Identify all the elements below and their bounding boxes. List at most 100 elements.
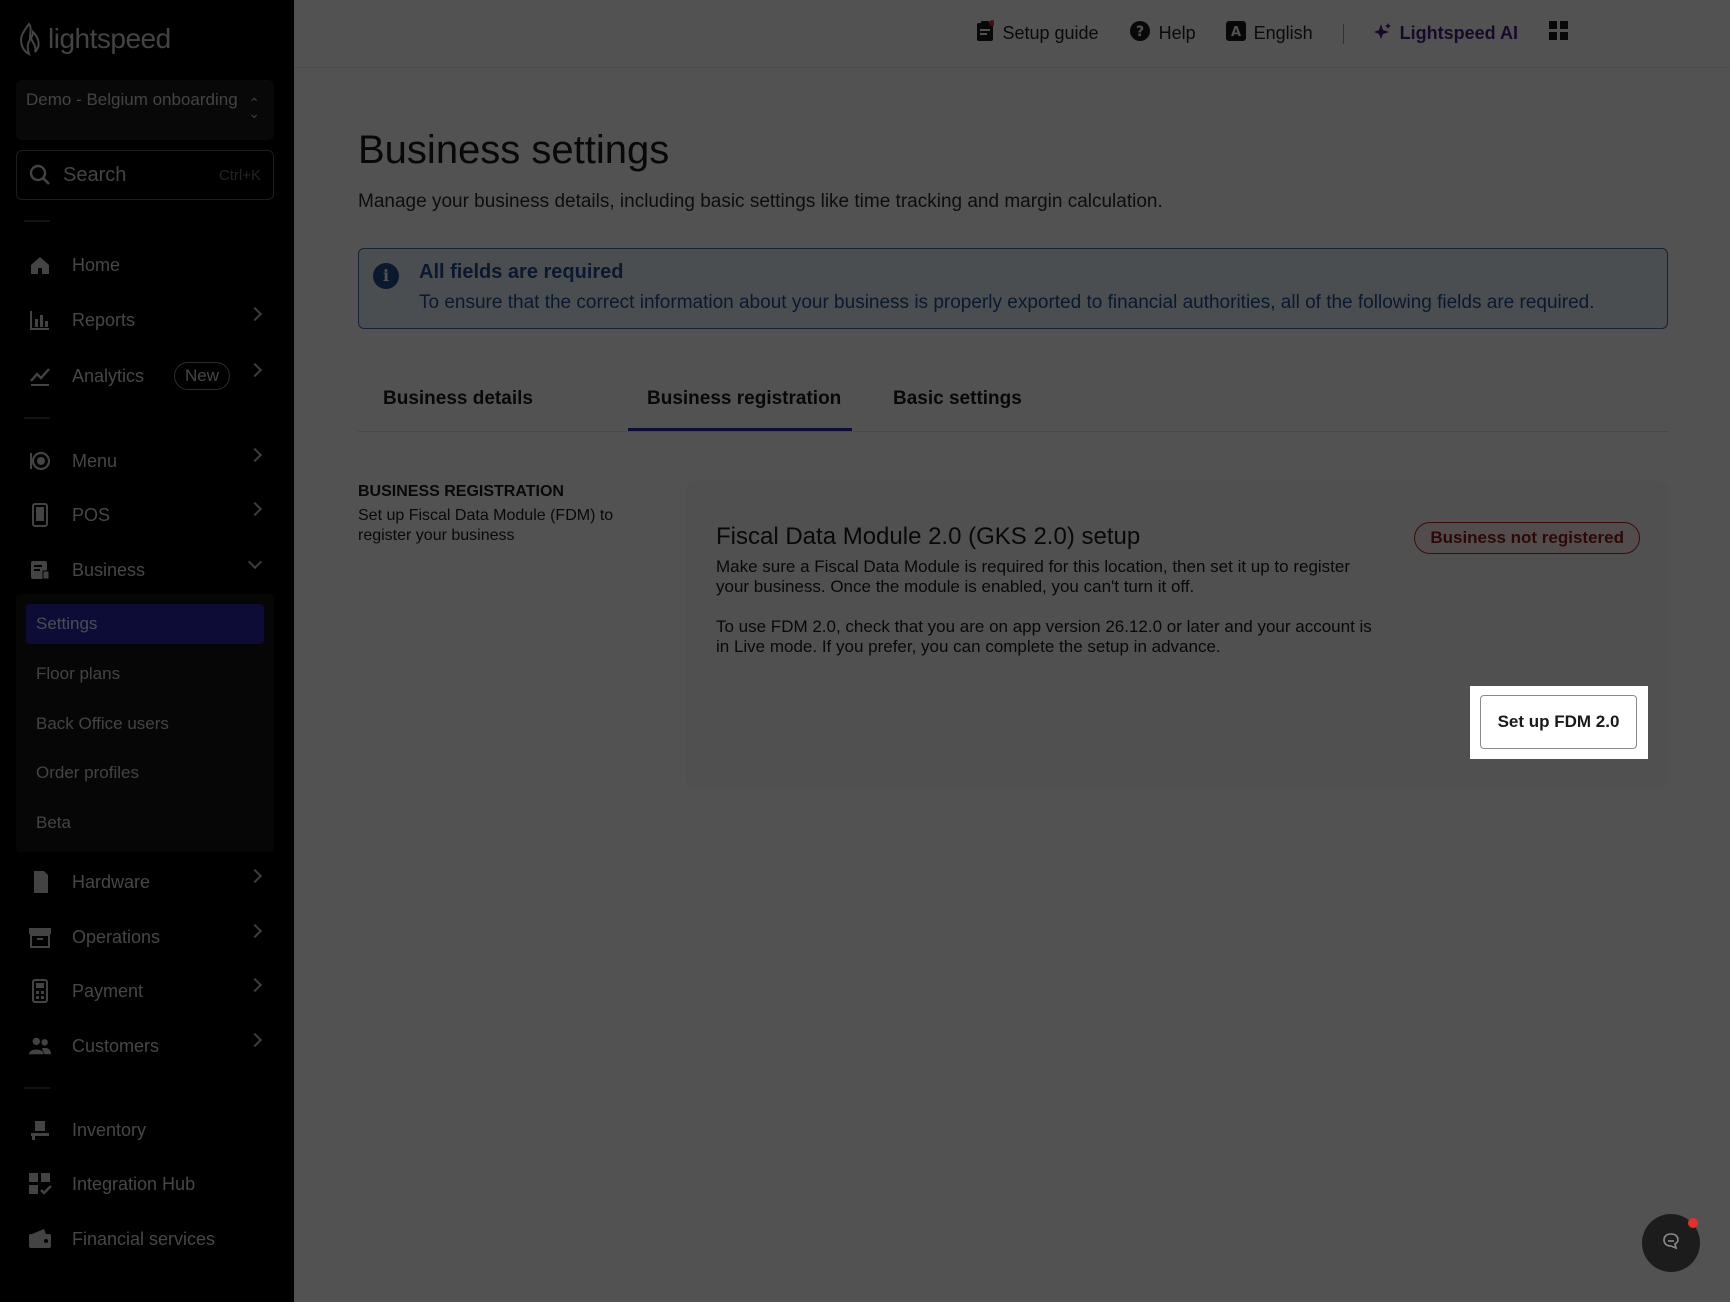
submenu-item-order-profiles[interactable]: Order profiles [26,753,264,793]
clipboard-icon [976,20,996,47]
chevron-right-icon [247,868,263,884]
apps-grid-icon [1548,20,1570,47]
page-title: Business settings [358,128,670,172]
search-label: Search [63,163,127,186]
sidebar-item-business[interactable]: Business [16,547,274,593]
divider [24,417,50,419]
setup-guide-label: Setup guide [1002,23,1099,43]
chevron-right-icon [247,501,263,517]
submenu-item-back-office-users[interactable]: Back Office users [26,704,264,744]
page-subtitle: Manage your business details, including … [358,191,1163,212]
sidebar-item-payment[interactable]: Payment [16,968,274,1014]
sidebar-item-pos[interactable]: POS [16,492,274,538]
sidebar-item-label: POS [72,504,111,525]
setup-guide-button[interactable]: Setup guide [976,20,1099,47]
main-content: Setup guide ? Help A English Lightspeed … [294,0,1730,1302]
business-icon [28,558,52,582]
tab-basic-settings[interactable]: Basic settings [893,388,1022,410]
wallet-icon [28,1227,52,1251]
brand-name: lightspeed [48,23,171,54]
apps-grid-button[interactable] [1548,20,1570,47]
sidebar-item-integration-hub[interactable]: Integration Hub [16,1161,274,1207]
notification-dot [1688,1218,1698,1228]
bar-chart-icon [28,308,52,332]
sidebar-item-customers[interactable]: Customers [16,1023,274,1069]
sidebar-item-label: Menu [72,450,118,471]
archive-box-icon [28,925,52,949]
submenu-item-floor-plans[interactable]: Floor plans [26,654,264,694]
sidebar: lightspeed Demo - Belgium onboarding ⌃ ⌄ … [0,0,294,1302]
notice-title: All fields are required [419,261,624,283]
business-submenu: Settings Floor plans Back Office users O… [16,594,274,852]
sidebar-item-label: Home [72,254,121,275]
payment-terminal-icon [28,979,52,1003]
language-icon: A [1225,21,1246,46]
sidebar-item-menu[interactable]: Menu [16,438,274,484]
chevron-down-icon [247,554,263,570]
sidebar-item-label: Payment [72,980,144,1001]
brand-logo[interactable]: lightspeed [16,22,171,56]
grid-check-icon [28,1172,52,1196]
sidebar-item-analytics[interactable]: Analytics New [16,353,274,399]
tablet-icon [28,503,52,527]
card-paragraph: Make sure a Fiscal Data Module is requir… [716,557,1351,596]
chevron-right-icon [247,1032,263,1048]
sidebar-item-financial-services[interactable]: Financial services [16,1216,274,1262]
section-heading: BUSINESS REGISTRATION [358,483,564,500]
language-button[interactable]: A English [1225,21,1313,46]
tab-bar: Business details Business registration B… [358,380,1668,432]
notice-body: To ensure that the correct information a… [419,292,1595,313]
chevron-right-icon [247,447,263,463]
sidebar-item-label: Inventory [72,1119,147,1140]
search-shortcut: Ctrl+K [218,166,261,184]
divider [24,220,50,222]
help-button[interactable]: ? Help [1129,20,1196,47]
inventory-icon [28,1118,52,1142]
tab-business-registration[interactable]: Business registration [647,388,841,410]
location-switcher[interactable]: Demo - Belgium onboarding ⌃ ⌄ [16,80,274,140]
tab-business-details[interactable]: Business details [383,388,533,410]
section-description: Set up Fiscal Data Module (FDM) to regis… [358,507,614,544]
status-badge: Business not registered [1414,522,1640,554]
chevron-right-icon [247,306,263,322]
active-tab-indicator [628,428,852,431]
language-label: English [1253,23,1313,43]
lightspeed-ai-button[interactable]: Lightspeed AI [1373,22,1518,45]
sidebar-item-inventory[interactable]: Inventory [16,1107,274,1153]
sidebar-item-label: Analytics [72,365,145,386]
people-icon [28,1034,52,1058]
topbar-separator [1342,23,1344,44]
help-label: Help [1158,23,1196,43]
submenu-item-settings[interactable]: Settings [26,604,264,644]
submenu-item-beta[interactable]: Beta [26,803,264,843]
sidebar-item-label: Operations [72,926,161,947]
sidebar-item-home[interactable]: Home [16,242,274,288]
lightspeed-ai-label: Lightspeed AI [1399,23,1518,43]
sidebar-item-label: Integration Hub [72,1173,196,1194]
new-badge: New [174,362,231,390]
divider [24,1087,50,1089]
card-paragraph: To use FDM 2.0, check that you are on ap… [716,617,1372,656]
home-icon [28,253,52,277]
top-bar: Setup guide ? Help A English Lightspeed … [294,0,1730,68]
sidebar-item-label: Reports [72,309,136,330]
sidebar-item-label: Customers [72,1035,160,1056]
sidebar-item-operations[interactable]: Operations [16,914,274,960]
chevron-right-icon [247,977,263,993]
sidebar-item-hardware[interactable]: Hardware [16,859,274,905]
dish-icon [28,449,52,473]
chat-icon [1661,1231,1681,1256]
help-icon: ? [1129,20,1151,47]
sidebar-item-reports[interactable]: Reports [16,297,274,343]
sidebar-item-label: Financial services [72,1228,216,1249]
sparkle-icon [1373,22,1392,45]
trend-icon [28,364,52,388]
card-title: Fiscal Data Module 2.0 (GKS 2.0) setup [716,523,1141,550]
search-input[interactable]: Search Ctrl+K [16,150,274,200]
chat-launcher[interactable] [1642,1214,1700,1272]
setup-fdm-button[interactable]: Set up FDM 2.0 [1480,695,1637,749]
chevron-right-icon [247,362,263,378]
sidebar-item-label: Hardware [72,871,151,892]
search-icon [29,164,50,185]
svg-text:?: ? [1136,24,1144,40]
